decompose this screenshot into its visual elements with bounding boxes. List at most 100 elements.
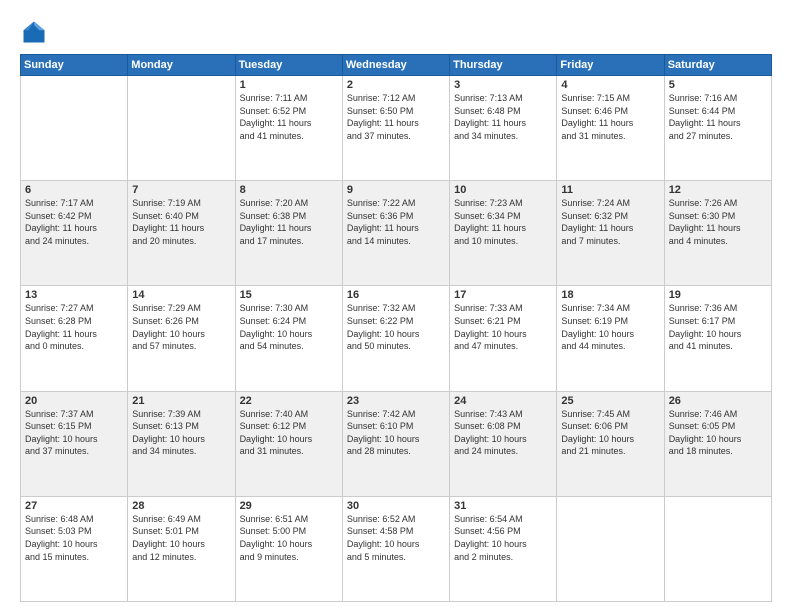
calendar-cell: 14Sunrise: 7:29 AM Sunset: 6:26 PM Dayli… (128, 286, 235, 391)
cell-content: Sunrise: 6:54 AM Sunset: 4:56 PM Dayligh… (454, 513, 552, 563)
calendar-cell: 22Sunrise: 7:40 AM Sunset: 6:12 PM Dayli… (235, 391, 342, 496)
day-number: 3 (454, 79, 552, 91)
cell-content: Sunrise: 7:23 AM Sunset: 6:34 PM Dayligh… (454, 197, 552, 247)
calendar-week-1: 1Sunrise: 7:11 AM Sunset: 6:52 PM Daylig… (21, 76, 772, 181)
cell-content: Sunrise: 7:34 AM Sunset: 6:19 PM Dayligh… (561, 302, 659, 352)
cell-content: Sunrise: 7:46 AM Sunset: 6:05 PM Dayligh… (669, 408, 767, 458)
cell-content: Sunrise: 7:19 AM Sunset: 6:40 PM Dayligh… (132, 197, 230, 247)
cell-content: Sunrise: 7:17 AM Sunset: 6:42 PM Dayligh… (25, 197, 123, 247)
calendar-cell: 17Sunrise: 7:33 AM Sunset: 6:21 PM Dayli… (450, 286, 557, 391)
day-number: 22 (240, 395, 338, 407)
calendar-cell: 19Sunrise: 7:36 AM Sunset: 6:17 PM Dayli… (664, 286, 771, 391)
cell-content: Sunrise: 7:27 AM Sunset: 6:28 PM Dayligh… (25, 302, 123, 352)
day-number: 13 (25, 289, 123, 301)
header-day-monday: Monday (128, 55, 235, 76)
day-number: 2 (347, 79, 445, 91)
calendar-table: SundayMondayTuesdayWednesdayThursdayFrid… (20, 54, 772, 602)
day-number: 1 (240, 79, 338, 91)
header-day-thursday: Thursday (450, 55, 557, 76)
day-number: 6 (25, 184, 123, 196)
calendar-cell: 16Sunrise: 7:32 AM Sunset: 6:22 PM Dayli… (342, 286, 449, 391)
calendar-cell: 23Sunrise: 7:42 AM Sunset: 6:10 PM Dayli… (342, 391, 449, 496)
day-number: 20 (25, 395, 123, 407)
calendar-cell: 11Sunrise: 7:24 AM Sunset: 6:32 PM Dayli… (557, 181, 664, 286)
cell-content: Sunrise: 7:42 AM Sunset: 6:10 PM Dayligh… (347, 408, 445, 458)
calendar-cell: 15Sunrise: 7:30 AM Sunset: 6:24 PM Dayli… (235, 286, 342, 391)
cell-content: Sunrise: 7:37 AM Sunset: 6:15 PM Dayligh… (25, 408, 123, 458)
day-number: 10 (454, 184, 552, 196)
cell-content: Sunrise: 7:22 AM Sunset: 6:36 PM Dayligh… (347, 197, 445, 247)
cell-content: Sunrise: 7:43 AM Sunset: 6:08 PM Dayligh… (454, 408, 552, 458)
calendar-header-row: SundayMondayTuesdayWednesdayThursdayFrid… (21, 55, 772, 76)
day-number: 18 (561, 289, 659, 301)
day-number: 15 (240, 289, 338, 301)
calendar-cell: 20Sunrise: 7:37 AM Sunset: 6:15 PM Dayli… (21, 391, 128, 496)
day-number: 19 (669, 289, 767, 301)
calendar-week-5: 27Sunrise: 6:48 AM Sunset: 5:03 PM Dayli… (21, 496, 772, 601)
cell-content: Sunrise: 6:51 AM Sunset: 5:00 PM Dayligh… (240, 513, 338, 563)
cell-content: Sunrise: 6:49 AM Sunset: 5:01 PM Dayligh… (132, 513, 230, 563)
calendar-cell: 3Sunrise: 7:13 AM Sunset: 6:48 PM Daylig… (450, 76, 557, 181)
day-number: 4 (561, 79, 659, 91)
calendar-cell: 9Sunrise: 7:22 AM Sunset: 6:36 PM Daylig… (342, 181, 449, 286)
day-number: 14 (132, 289, 230, 301)
calendar-cell: 2Sunrise: 7:12 AM Sunset: 6:50 PM Daylig… (342, 76, 449, 181)
cell-content: Sunrise: 7:33 AM Sunset: 6:21 PM Dayligh… (454, 302, 552, 352)
calendar-cell: 13Sunrise: 7:27 AM Sunset: 6:28 PM Dayli… (21, 286, 128, 391)
cell-content: Sunrise: 7:40 AM Sunset: 6:12 PM Dayligh… (240, 408, 338, 458)
day-number: 28 (132, 500, 230, 512)
cell-content: Sunrise: 6:52 AM Sunset: 4:58 PM Dayligh… (347, 513, 445, 563)
cell-content: Sunrise: 7:29 AM Sunset: 6:26 PM Dayligh… (132, 302, 230, 352)
calendar-cell: 12Sunrise: 7:26 AM Sunset: 6:30 PM Dayli… (664, 181, 771, 286)
calendar-cell: 29Sunrise: 6:51 AM Sunset: 5:00 PM Dayli… (235, 496, 342, 601)
day-number: 25 (561, 395, 659, 407)
day-number: 16 (347, 289, 445, 301)
calendar-cell: 6Sunrise: 7:17 AM Sunset: 6:42 PM Daylig… (21, 181, 128, 286)
cell-content: Sunrise: 7:12 AM Sunset: 6:50 PM Dayligh… (347, 92, 445, 142)
day-number: 17 (454, 289, 552, 301)
cell-content: Sunrise: 7:45 AM Sunset: 6:06 PM Dayligh… (561, 408, 659, 458)
header-day-wednesday: Wednesday (342, 55, 449, 76)
calendar-cell: 5Sunrise: 7:16 AM Sunset: 6:44 PM Daylig… (664, 76, 771, 181)
cell-content: Sunrise: 7:15 AM Sunset: 6:46 PM Dayligh… (561, 92, 659, 142)
calendar-cell: 7Sunrise: 7:19 AM Sunset: 6:40 PM Daylig… (128, 181, 235, 286)
day-number: 29 (240, 500, 338, 512)
day-number: 12 (669, 184, 767, 196)
calendar-week-3: 13Sunrise: 7:27 AM Sunset: 6:28 PM Dayli… (21, 286, 772, 391)
day-number: 26 (669, 395, 767, 407)
cell-content: Sunrise: 7:20 AM Sunset: 6:38 PM Dayligh… (240, 197, 338, 247)
cell-content: Sunrise: 7:39 AM Sunset: 6:13 PM Dayligh… (132, 408, 230, 458)
calendar-cell (557, 496, 664, 601)
calendar-cell: 30Sunrise: 6:52 AM Sunset: 4:58 PM Dayli… (342, 496, 449, 601)
cell-content: Sunrise: 7:32 AM Sunset: 6:22 PM Dayligh… (347, 302, 445, 352)
cell-content: Sunrise: 7:11 AM Sunset: 6:52 PM Dayligh… (240, 92, 338, 142)
calendar-cell: 26Sunrise: 7:46 AM Sunset: 6:05 PM Dayli… (664, 391, 771, 496)
logo (20, 18, 52, 46)
calendar-week-2: 6Sunrise: 7:17 AM Sunset: 6:42 PM Daylig… (21, 181, 772, 286)
cell-content: Sunrise: 7:26 AM Sunset: 6:30 PM Dayligh… (669, 197, 767, 247)
day-number: 8 (240, 184, 338, 196)
calendar-cell: 21Sunrise: 7:39 AM Sunset: 6:13 PM Dayli… (128, 391, 235, 496)
day-number: 24 (454, 395, 552, 407)
calendar-cell (21, 76, 128, 181)
calendar-week-4: 20Sunrise: 7:37 AM Sunset: 6:15 PM Dayli… (21, 391, 772, 496)
header-day-tuesday: Tuesday (235, 55, 342, 76)
header-day-saturday: Saturday (664, 55, 771, 76)
day-number: 31 (454, 500, 552, 512)
day-number: 7 (132, 184, 230, 196)
calendar-cell: 4Sunrise: 7:15 AM Sunset: 6:46 PM Daylig… (557, 76, 664, 181)
day-number: 9 (347, 184, 445, 196)
calendar-cell: 18Sunrise: 7:34 AM Sunset: 6:19 PM Dayli… (557, 286, 664, 391)
day-number: 5 (669, 79, 767, 91)
header-day-friday: Friday (557, 55, 664, 76)
day-number: 21 (132, 395, 230, 407)
calendar-cell: 31Sunrise: 6:54 AM Sunset: 4:56 PM Dayli… (450, 496, 557, 601)
day-number: 30 (347, 500, 445, 512)
cell-content: Sunrise: 7:36 AM Sunset: 6:17 PM Dayligh… (669, 302, 767, 352)
cell-content: Sunrise: 7:24 AM Sunset: 6:32 PM Dayligh… (561, 197, 659, 247)
calendar-cell: 1Sunrise: 7:11 AM Sunset: 6:52 PM Daylig… (235, 76, 342, 181)
logo-icon (20, 18, 48, 46)
day-number: 23 (347, 395, 445, 407)
cell-content: Sunrise: 6:48 AM Sunset: 5:03 PM Dayligh… (25, 513, 123, 563)
calendar-cell (128, 76, 235, 181)
